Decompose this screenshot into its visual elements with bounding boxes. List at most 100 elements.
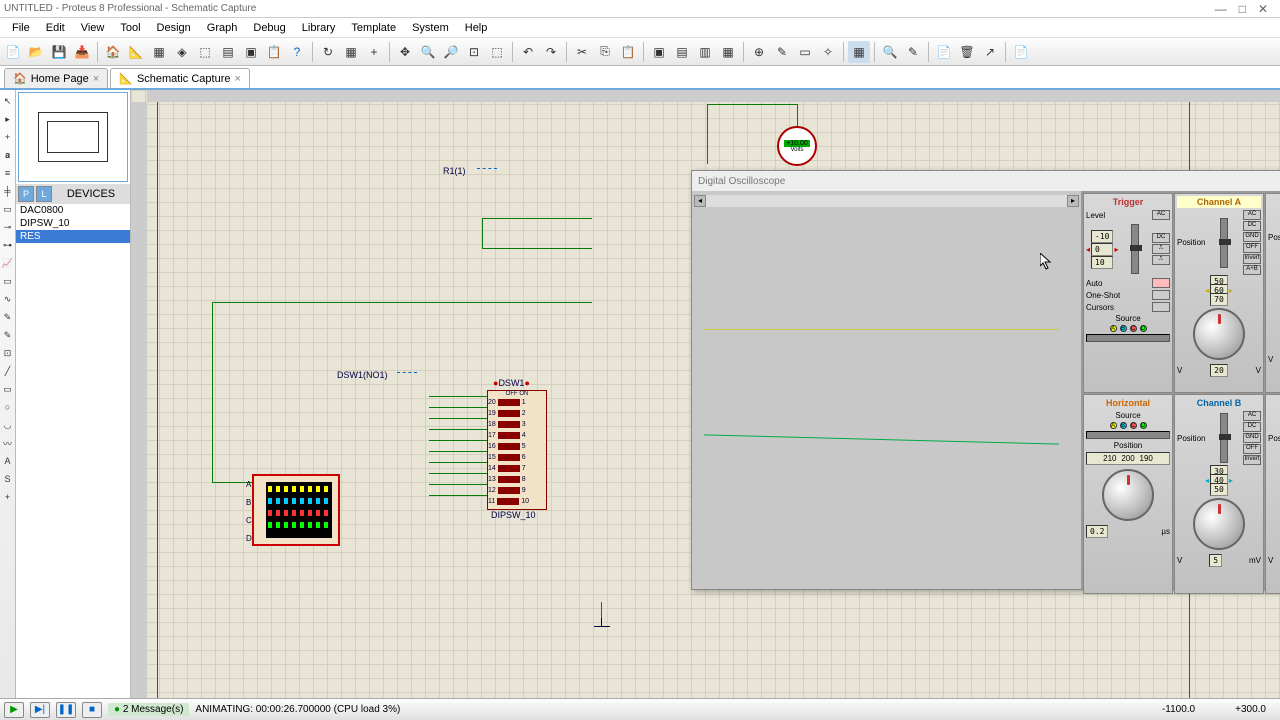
menu-debug[interactable]: Debug: [245, 20, 293, 36]
tab-schematic[interactable]: 📐 Schematic Capture ×: [110, 68, 250, 88]
arc-icon[interactable]: ◡: [1, 418, 15, 432]
close-icon[interactable]: ✕: [1258, 2, 1268, 16]
undo-icon[interactable]: ↶: [517, 41, 539, 63]
trigger-slider-h[interactable]: [1086, 334, 1170, 342]
chb-knob[interactable]: [1193, 498, 1245, 550]
line-icon[interactable]: ╱: [1, 364, 15, 378]
home-icon[interactable]: 🏠: [102, 41, 124, 63]
pin-icon[interactable]: ⊶: [1, 238, 15, 252]
3d-icon[interactable]: ◈: [171, 41, 193, 63]
package-icon[interactable]: ▭: [794, 41, 816, 63]
probe-v-icon[interactable]: ✎: [1, 310, 15, 324]
tape-icon[interactable]: ▭: [1, 274, 15, 288]
dc-button[interactable]: DC: [1152, 233, 1170, 243]
code-icon[interactable]: ▣: [240, 41, 262, 63]
terminal-icon[interactable]: ⊸: [1, 220, 15, 234]
list-item[interactable]: RES: [16, 230, 130, 243]
voltmeter[interactable]: +10.00 Volts: [777, 126, 817, 166]
edge2-button[interactable]: ⎍: [1152, 255, 1170, 265]
ground-symbol[interactable]: [592, 618, 612, 638]
oscilloscope-probe[interactable]: A B C D: [252, 474, 340, 546]
import-icon[interactable]: 📥: [71, 41, 93, 63]
text-icon[interactable]: ≡: [1, 166, 15, 180]
menu-library[interactable]: Library: [294, 20, 344, 36]
horiz-knob[interactable]: [1102, 469, 1154, 521]
oneshot-toggle[interactable]: [1152, 290, 1170, 300]
paste-icon[interactable]: 📋: [617, 41, 639, 63]
menu-view[interactable]: View: [73, 20, 113, 36]
trigger-source[interactable]: A B C D: [1086, 325, 1170, 332]
close-icon[interactable]: ×: [234, 73, 240, 85]
block-rotate-icon[interactable]: ▥: [694, 41, 716, 63]
net-label-r1[interactable]: R1(1): [443, 166, 466, 176]
bus-icon[interactable]: ╪: [1, 184, 15, 198]
component-icon[interactable]: ▸: [1, 112, 15, 126]
text2-icon[interactable]: A: [1, 454, 15, 468]
exit-sheet-icon[interactable]: ↗: [979, 41, 1001, 63]
scope-scrollbar[interactable]: ◂ ▸: [694, 195, 1079, 207]
close-icon[interactable]: ×: [93, 73, 99, 85]
scroll-left-icon[interactable]: ◂: [694, 195, 706, 207]
new-sheet-icon[interactable]: 📄: [933, 41, 955, 63]
schematic-icon[interactable]: 📐: [125, 41, 147, 63]
auto-toggle[interactable]: [1152, 278, 1170, 288]
graph-icon[interactable]: 📈: [1, 256, 15, 270]
open-icon[interactable]: 📂: [25, 41, 47, 63]
box-icon[interactable]: ▭: [1, 382, 15, 396]
report-icon[interactable]: 📄: [1010, 41, 1032, 63]
zoomall-icon[interactable]: ⊡: [463, 41, 485, 63]
port-c[interactable]: C: [246, 516, 254, 524]
menu-design[interactable]: Design: [149, 20, 199, 36]
horiz-source[interactable]: A B C D: [1086, 422, 1170, 429]
pcb-icon[interactable]: ▦: [148, 41, 170, 63]
block-copy-icon[interactable]: ▣: [648, 41, 670, 63]
menu-tool[interactable]: Tool: [112, 20, 148, 36]
doc-icon[interactable]: 📋: [263, 41, 285, 63]
tab-home[interactable]: 🏠 Home Page ×: [4, 68, 108, 88]
port-a[interactable]: A: [246, 480, 254, 488]
subcircuit-icon[interactable]: ▭: [1, 202, 15, 216]
make-icon[interactable]: ✎: [771, 41, 793, 63]
decompose-icon[interactable]: ✧: [817, 41, 839, 63]
generator-icon[interactable]: ∿: [1, 292, 15, 306]
origin-icon[interactable]: +: [363, 41, 385, 63]
trigger-slider[interactable]: [1131, 224, 1139, 274]
scroll-right-icon[interactable]: ▸: [1067, 195, 1079, 207]
select-icon[interactable]: ↖: [1, 94, 15, 108]
dip-switch[interactable]: OFF ON 201 192 183 174 165 156 147 138 1…: [487, 390, 547, 510]
zoomin-icon[interactable]: 🔍: [417, 41, 439, 63]
menu-template[interactable]: Template: [343, 20, 404, 36]
step-button[interactable]: ▶|: [30, 702, 50, 718]
circle-icon[interactable]: ○: [1, 400, 15, 414]
maximize-icon[interactable]: □: [1239, 2, 1246, 16]
stop-button[interactable]: ■: [82, 702, 102, 718]
cha-knob[interactable]: [1193, 308, 1245, 360]
pick-icon[interactable]: ⊕: [748, 41, 770, 63]
oscilloscope-window[interactable]: Digital Oscilloscope ◂ ▸: [691, 170, 1280, 590]
bom-icon[interactable]: ▤: [217, 41, 239, 63]
pan-icon[interactable]: ✥: [394, 41, 416, 63]
messages-button[interactable]: ● 2 Message(s): [108, 703, 189, 716]
help-icon[interactable]: ?: [286, 41, 308, 63]
horiz-slider[interactable]: [1086, 431, 1170, 439]
property-icon[interactable]: ✎: [902, 41, 924, 63]
refresh-icon[interactable]: ↻: [317, 41, 339, 63]
chb-pos-slider[interactable]: [1220, 413, 1228, 463]
menu-file[interactable]: File: [4, 20, 38, 36]
zoomarea-icon[interactable]: ⬚: [486, 41, 508, 63]
menu-graph[interactable]: Graph: [199, 20, 246, 36]
zoomout-icon[interactable]: 🔎: [440, 41, 462, 63]
copy-icon[interactable]: ⎘: [594, 41, 616, 63]
ac-button[interactable]: AC: [1152, 210, 1170, 220]
net-label-dsw[interactable]: DSW1(NO1): [337, 370, 388, 380]
grid-icon[interactable]: ▦: [340, 41, 362, 63]
list-item[interactable]: DIPSW_10: [16, 217, 130, 230]
cursors-toggle[interactable]: [1152, 302, 1170, 312]
save-icon[interactable]: 💾: [48, 41, 70, 63]
oscope-titlebar[interactable]: Digital Oscilloscope: [692, 171, 1280, 191]
library-button[interactable]: L: [36, 186, 52, 202]
minimize-icon[interactable]: —: [1215, 2, 1227, 16]
search-icon[interactable]: 🔍: [879, 41, 901, 63]
marker-icon[interactable]: +: [1, 490, 15, 504]
port-b[interactable]: B: [246, 498, 254, 506]
